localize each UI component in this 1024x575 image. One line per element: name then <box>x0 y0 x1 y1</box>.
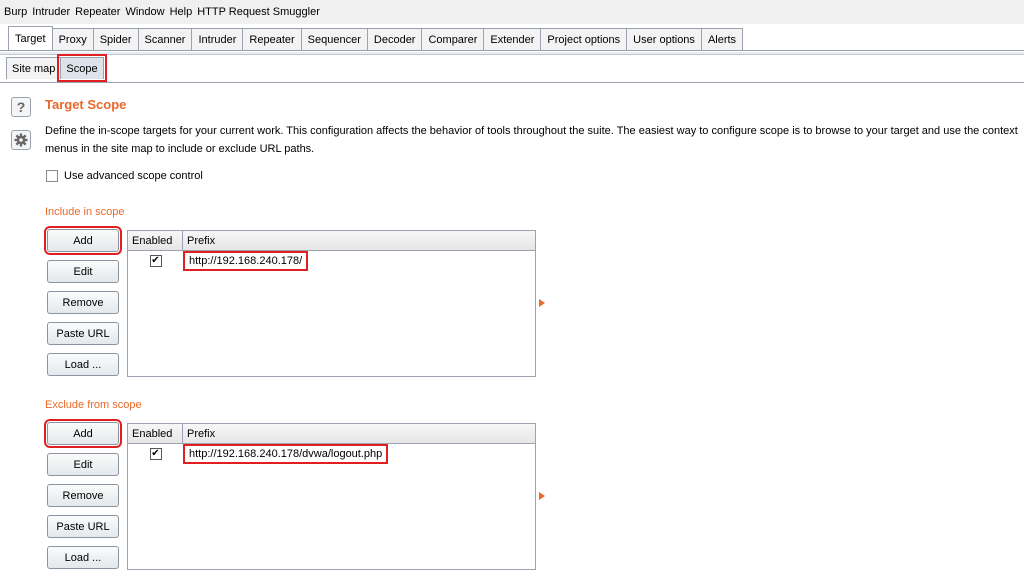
tab-repeater[interactable]: Repeater <box>242 28 302 50</box>
include-paste-url-button[interactable]: Paste URL <box>47 322 119 345</box>
tab-scanner[interactable]: Scanner <box>137 28 193 50</box>
include-edit-button[interactable]: Edit <box>47 260 119 283</box>
tab-extender[interactable]: Extender <box>483 28 542 50</box>
table-row[interactable]: ✔ http://192.168.240.178/ <box>128 251 535 271</box>
exclude-edit-button[interactable]: Edit <box>47 453 119 476</box>
include-add-button[interactable]: Add <box>44 226 122 255</box>
column-prefix[interactable]: Prefix <box>183 231 215 250</box>
exclude-load-button[interactable]: Load ... <box>47 546 119 569</box>
advanced-scope-label: Use advanced scope control <box>64 170 203 182</box>
expand-arrow-icon[interactable] <box>539 299 545 307</box>
tab-proxy[interactable]: Proxy <box>51 28 94 50</box>
column-prefix[interactable]: Prefix <box>183 424 215 443</box>
include-scope-table[interactable]: Enabled Prefix ✔ http://192.168.240.178/ <box>127 230 536 377</box>
exclude-remove-button[interactable]: Remove <box>47 484 119 507</box>
include-scope-label: Include in scope <box>45 206 125 218</box>
tab-comparer[interactable]: Comparer <box>421 28 485 50</box>
tab-target[interactable]: Target <box>8 26 53 50</box>
exclude-paste-url-button[interactable]: Paste URL <box>47 515 119 538</box>
tab-scope[interactable]: Scope <box>57 54 107 82</box>
tab-spider[interactable]: Spider <box>92 28 139 50</box>
column-enabled[interactable]: Enabled <box>128 231 183 250</box>
tab-alerts[interactable]: Alerts <box>700 28 744 50</box>
advanced-scope-control[interactable]: Use advanced scope control <box>46 170 203 182</box>
table-header: Enabled Prefix <box>128 231 535 251</box>
table-header: Enabled Prefix <box>128 424 535 444</box>
menu-intruder[interactable]: Intruder <box>32 6 70 18</box>
exclude-scope-label: Exclude from scope <box>45 399 142 411</box>
menu-window[interactable]: Window <box>125 6 164 18</box>
gear-icon[interactable] <box>11 130 31 150</box>
include-remove-button[interactable]: Remove <box>47 291 119 314</box>
menu-help[interactable]: Help <box>170 6 193 18</box>
main-tab-bar: Target Proxy Spider Scanner Intruder Rep… <box>0 26 1024 51</box>
expand-arrow-icon[interactable] <box>539 492 545 500</box>
menu-bar: Burp Intruder Repeater Window Help HTTP … <box>0 0 1024 24</box>
include-load-button[interactable]: Load ... <box>47 353 119 376</box>
page-title: Target Scope <box>45 97 127 112</box>
column-enabled[interactable]: Enabled <box>128 424 183 443</box>
sub-tab-bar: Site map Scope <box>0 54 1024 83</box>
row-prefix: http://192.168.240.178/dvwa/logout.php <box>182 444 389 464</box>
tab-decoder[interactable]: Decoder <box>366 28 423 50</box>
menu-repeater[interactable]: Repeater <box>75 6 120 18</box>
table-row[interactable]: ✔ http://192.168.240.178/dvwa/logout.php <box>128 444 535 464</box>
exclude-scope-table[interactable]: Enabled Prefix ✔ http://192.168.240.178/… <box>127 423 536 570</box>
row-enabled-checkbox[interactable]: ✔ <box>149 255 162 267</box>
menu-http-request-smuggler[interactable]: HTTP Request Smuggler <box>197 6 320 18</box>
tab-project-options[interactable]: Project options <box>540 28 628 50</box>
menu-burp[interactable]: Burp <box>4 6 27 18</box>
help-icon[interactable]: ? <box>11 97 31 117</box>
advanced-scope-checkbox[interactable] <box>46 170 58 182</box>
row-enabled-checkbox[interactable]: ✔ <box>149 448 162 460</box>
tab-user-options[interactable]: User options <box>626 28 702 50</box>
page-description: Define the in-scope targets for your cur… <box>45 125 1018 155</box>
tab-intruder[interactable]: Intruder <box>191 28 244 50</box>
tab-sequencer[interactable]: Sequencer <box>300 28 368 50</box>
exclude-add-button[interactable]: Add <box>44 419 122 448</box>
tab-site-map[interactable]: Site map <box>6 57 62 79</box>
row-prefix: http://192.168.240.178/ <box>182 251 309 271</box>
